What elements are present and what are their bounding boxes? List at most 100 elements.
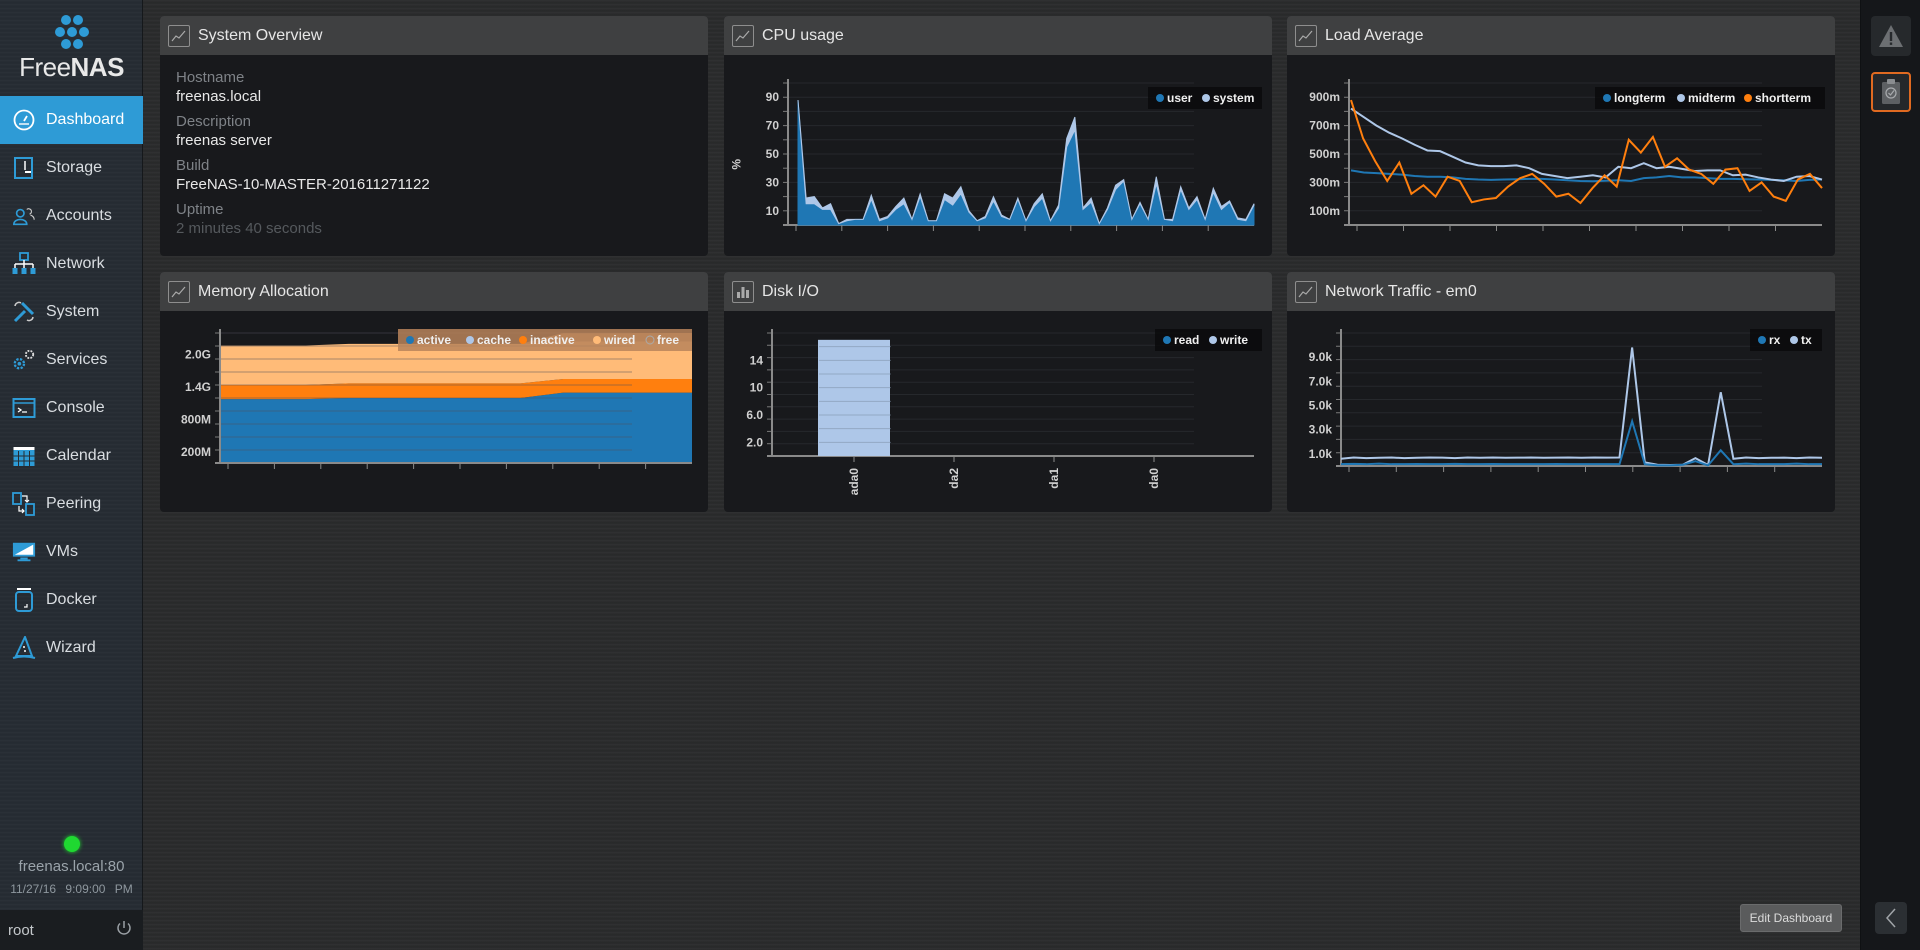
line-chart-icon [1295, 280, 1317, 303]
sidebar-item-label: Storage [46, 159, 103, 176]
edit-dashboard-button[interactable]: Edit Dashboard [1740, 904, 1842, 932]
sidebar-item-network[interactable]: Network [0, 240, 143, 288]
sidebar-item-label: Calendar [46, 447, 111, 464]
sidebar-item-system[interactable]: System [0, 288, 143, 336]
sidebar-nav: Dashboard Storage Accounts Network System Ser… [0, 96, 143, 672]
sidebar-item-calendar[interactable]: Calendar [0, 432, 143, 480]
y-tick-label: 200M [181, 445, 211, 459]
y-tick-label: 50 [766, 147, 780, 161]
chevron-left-icon [1885, 908, 1896, 928]
x-tick-label: ada0 [847, 468, 861, 496]
y-tick-label: 500m [1309, 147, 1340, 161]
connection-status: freenas.local:80 11/27/16 9:09:00 PM [0, 836, 143, 896]
warning-icon [1879, 25, 1903, 47]
legend-label-write: write [1219, 333, 1248, 347]
wizard-hat-icon [12, 636, 36, 660]
y-tick-label: 14 [750, 353, 764, 367]
sidebar-item-label: System [46, 303, 100, 320]
bar-chart-icon [732, 280, 754, 303]
sidebar-item-storage[interactable]: Storage [0, 144, 143, 192]
date-time: 11/27/16 9:09:00 PM [10, 882, 133, 896]
users-icon [12, 204, 36, 228]
widget-header: Network Traffic - em0 [1287, 272, 1835, 311]
docker-icon [12, 588, 36, 612]
y-tick-label: 7.0k [1309, 374, 1333, 388]
user-bar: root [0, 910, 143, 950]
x-tick-label: da1 [1047, 468, 1061, 489]
sidebar-item-label: Console [46, 399, 105, 416]
overview-fields: Hostname freenas.local Description freenas … [160, 55, 708, 256]
memory-allocation-widget: Memory Allocation 200M 800M 1.4G 2.0G active… [160, 272, 708, 512]
legend-label-midterm: midterm [1688, 91, 1735, 105]
y-tick-label: 700m [1309, 119, 1340, 133]
widget-title: Disk I/O [762, 282, 819, 300]
system-overview-widget: System Overview Hostname freenas.local Des… [160, 16, 708, 256]
legend-label-inactive: inactive [530, 333, 575, 347]
y-tick-label: 5.0k [1309, 399, 1333, 413]
legend-marker-write [1209, 336, 1217, 344]
sidebar-item-label: Peering [46, 495, 102, 512]
y-tick-label: 100m [1309, 204, 1340, 218]
sidebar-item-console[interactable]: Console [0, 384, 143, 432]
y-tick-label: 9.0k [1309, 350, 1333, 364]
widget-header: System Overview [160, 16, 708, 55]
legend-label-read: read [1174, 333, 1199, 347]
widget-title: System Overview [198, 26, 323, 44]
disk-io-widget: Disk I/O 2.0 6.0 10 14 ada0 da2 da1 da0 read writ… [724, 272, 1272, 512]
freenas-logo[interactable]: FreeNAS [0, 14, 143, 83]
right-rail [1860, 0, 1920, 950]
y-tick-label: 800M [181, 413, 211, 427]
widget-header: Memory Allocation [160, 272, 708, 311]
clipboard-check-icon [1882, 79, 1900, 104]
legend-marker-rx [1758, 336, 1766, 344]
network-chart: 1.0k 3.0k 5.0k 7.0k 9.0k rx tx [1309, 329, 1823, 472]
tasks-button[interactable] [1871, 72, 1911, 112]
legend-label-wired: wired [603, 333, 635, 347]
widget-header: Disk I/O [724, 272, 1272, 311]
network-icon [12, 252, 36, 276]
logo-text: FreeNAS [19, 52, 124, 82]
sidebar-item-peering[interactable]: Peering [0, 480, 143, 528]
y-tick-label: 2.0G [185, 348, 211, 362]
username[interactable]: root [8, 922, 34, 939]
legend-label-rx: rx [1769, 333, 1781, 347]
line-shortterm [1350, 99, 1823, 205]
sidebar-item-services[interactable]: Services [0, 336, 143, 384]
power-icon[interactable] [115, 919, 133, 942]
legend-label-cache: cache [477, 333, 511, 347]
legend-label-longterm: longterm [1614, 91, 1665, 105]
sidebar-item-wizard[interactable]: Wizard [0, 624, 143, 672]
legend-marker-tx [1790, 336, 1798, 344]
field-value: freenas server [176, 132, 272, 149]
peering-icon [12, 492, 36, 516]
field-label: Build [176, 157, 210, 174]
y-tick-label: 3.0k [1309, 423, 1333, 437]
sidebar-item-label: Docker [46, 591, 97, 608]
sidebar-item-docker[interactable]: Docker [0, 576, 143, 624]
x-tick-label: da2 [947, 468, 961, 489]
legend-marker-system [1202, 94, 1210, 102]
line-chart-icon [1295, 24, 1317, 47]
alerts-button[interactable] [1871, 16, 1911, 56]
legend-label-shortterm: shortterm [1755, 91, 1811, 105]
y-tick-label: 10 [750, 381, 764, 395]
legend-marker-midterm [1677, 94, 1685, 102]
gears-icon [12, 348, 36, 372]
storage-icon [12, 156, 36, 180]
collapse-panel-button[interactable] [1875, 902, 1907, 934]
load-average-widget: Load Average 100m 300m 500m 700m 900m longter… [1287, 16, 1835, 256]
sidebar-item-label: Services [46, 351, 108, 368]
line-tx [1340, 347, 1823, 467]
area-user [797, 100, 1255, 226]
legend-marker-shortterm [1744, 94, 1752, 102]
sidebar-item-label: VMs [46, 543, 78, 560]
legend-marker-read [1163, 336, 1171, 344]
sidebar-item-vms[interactable]: VMs [0, 528, 143, 576]
cpu-chart: 10 30 50 70 90% user system [729, 79, 1262, 231]
sidebar-item-dashboard[interactable]: Dashboard [0, 96, 143, 144]
line-chart-icon [168, 24, 190, 47]
legend-marker-wired [593, 336, 601, 344]
sidebar-item-accounts[interactable]: Accounts [0, 192, 143, 240]
y-tick-label: 90 [766, 90, 780, 104]
logo-icon [54, 15, 89, 49]
